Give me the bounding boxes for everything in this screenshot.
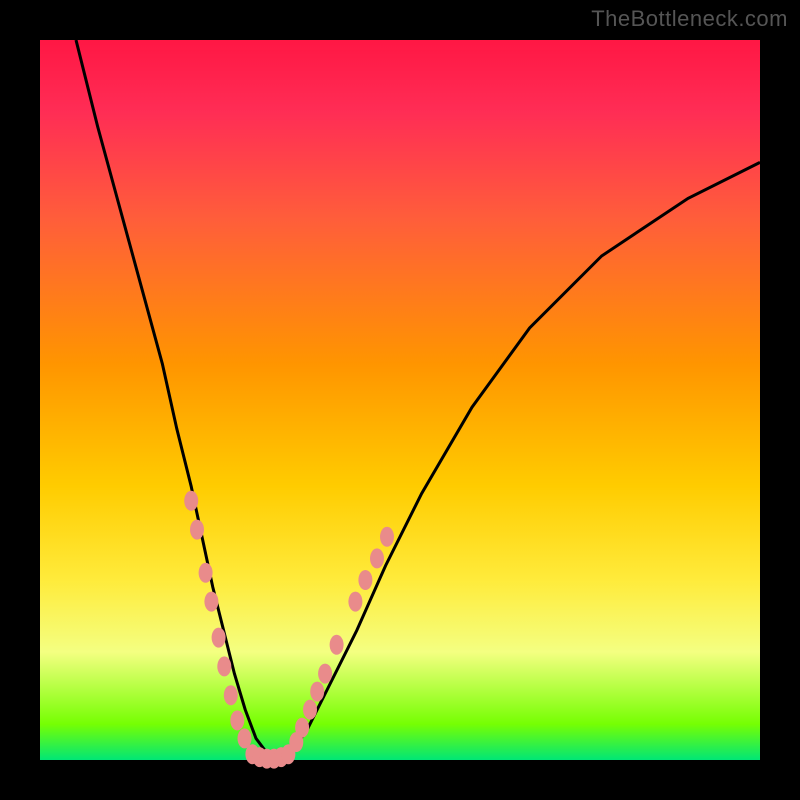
data-marker xyxy=(184,491,198,511)
data-marker xyxy=(212,628,226,648)
data-marker xyxy=(199,563,213,583)
data-marker xyxy=(348,592,362,612)
data-marker xyxy=(204,592,218,612)
chart-stage: TheBottleneck.com xyxy=(0,0,800,800)
data-marker xyxy=(295,718,309,738)
data-markers xyxy=(184,491,394,769)
data-marker xyxy=(217,656,231,676)
data-marker xyxy=(380,527,394,547)
data-marker xyxy=(303,700,317,720)
data-marker xyxy=(330,635,344,655)
data-marker xyxy=(224,685,238,705)
plot-area xyxy=(40,40,760,760)
data-marker xyxy=(358,570,372,590)
data-marker xyxy=(370,548,384,568)
watermark-text: TheBottleneck.com xyxy=(591,6,788,32)
curve-svg xyxy=(40,40,760,760)
data-marker xyxy=(310,682,324,702)
data-marker xyxy=(190,520,204,540)
bottleneck-curve xyxy=(76,40,760,760)
data-marker xyxy=(318,664,332,684)
data-marker xyxy=(230,710,244,730)
